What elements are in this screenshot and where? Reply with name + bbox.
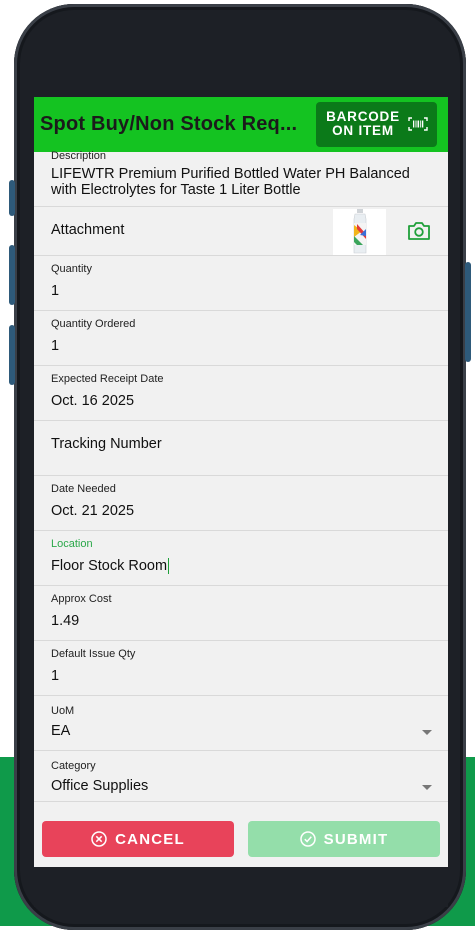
phone-bottom-bezel [34, 867, 448, 907]
quantity-ordered-field[interactable]: Quantity Ordered 1 [34, 311, 448, 366]
action-footer: CANCEL SUBMIT [34, 803, 448, 867]
app-header: Spot Buy/Non Stock Req... BARCODE ON ITE… [34, 97, 448, 152]
camera-icon[interactable] [407, 221, 431, 241]
submit-button-label: SUBMIT [323, 830, 389, 848]
quantity-ordered-label: Quantity Ordered [51, 318, 136, 330]
phone-side-button [465, 262, 471, 362]
tracking-number-placeholder: Tracking Number [51, 436, 162, 452]
expected-receipt-date-value: Oct. 16 2025 [51, 393, 135, 409]
location-input[interactable]: Floor Stock Room [51, 558, 170, 574]
cancel-button-label: CANCEL [115, 830, 185, 848]
attachment-thumbnail[interactable] [333, 209, 386, 255]
location-field[interactable]: Location Floor Stock Room [34, 531, 448, 586]
phone-side-button [9, 325, 15, 385]
submit-button[interactable]: SUBMIT [248, 821, 440, 857]
approx-cost-label: Approx Cost [51, 593, 112, 605]
approx-cost-field[interactable]: Approx Cost 1.49 [34, 586, 448, 641]
default-issue-qty-label: Default Issue Qty [51, 648, 136, 660]
x-circle-icon [91, 831, 107, 847]
expected-receipt-date-field[interactable]: Expected Receipt Date Oct. 16 2025 [34, 366, 448, 421]
app-screen: Spot Buy/Non Stock Req... BARCODE ON ITE… [34, 97, 448, 867]
water-bottle-image [353, 209, 367, 254]
page-title: Spot Buy/Non Stock Req... [40, 113, 298, 135]
category-select[interactable]: Category Office Supplies [34, 751, 448, 802]
submit-button-content: SUBMIT [248, 821, 440, 857]
location-value: Floor Stock Room [51, 558, 170, 574]
uom-select[interactable]: UoM EA [34, 696, 448, 751]
quantity-field[interactable]: Quantity 1 [34, 256, 448, 311]
date-needed-field[interactable]: Date Needed Oct. 21 2025 [34, 476, 448, 531]
quantity-value: 1 [51, 283, 60, 299]
category-label: Category [51, 760, 96, 772]
category-value: Office Supplies [51, 778, 149, 794]
approx-cost-value: 1.49 [51, 613, 80, 629]
chevron-down-icon [422, 730, 432, 735]
description-field[interactable]: Description LIFEWTR Premium Purified Bot… [34, 150, 448, 207]
barcode-icon [408, 117, 428, 131]
cancel-button[interactable]: CANCEL [42, 821, 234, 857]
uom-label: UoM [51, 705, 75, 717]
description-label: Description [51, 150, 107, 162]
barcode-button-label: BARCODE ON ITEM [326, 109, 400, 138]
quantity-ordered-value: 1 [51, 338, 60, 354]
attachment-field: Attachment [34, 207, 448, 256]
cancel-button-content: CANCEL [42, 821, 234, 857]
date-needed-value: Oct. 21 2025 [51, 503, 135, 519]
check-circle-icon [299, 831, 316, 847]
date-needed-label: Date Needed [51, 483, 116, 495]
barcode-on-item-button[interactable]: BARCODE ON ITEM [316, 102, 437, 147]
default-issue-qty-value: 1 [51, 668, 60, 684]
phone-side-button [9, 180, 15, 216]
expected-receipt-date-label: Expected Receipt Date [51, 373, 164, 385]
attachment-label: Attachment [51, 222, 125, 238]
phone-side-button [9, 245, 15, 305]
uom-value: EA [51, 723, 71, 739]
description-value: LIFEWTR Premium Purified Bottled Water P… [51, 166, 410, 198]
chevron-down-icon [422, 785, 432, 790]
quantity-label: Quantity [51, 263, 92, 275]
location-label: Location [51, 538, 93, 550]
default-issue-qty-field[interactable]: Default Issue Qty 1 [34, 641, 448, 696]
tracking-number-field[interactable]: Tracking Number [34, 421, 448, 476]
